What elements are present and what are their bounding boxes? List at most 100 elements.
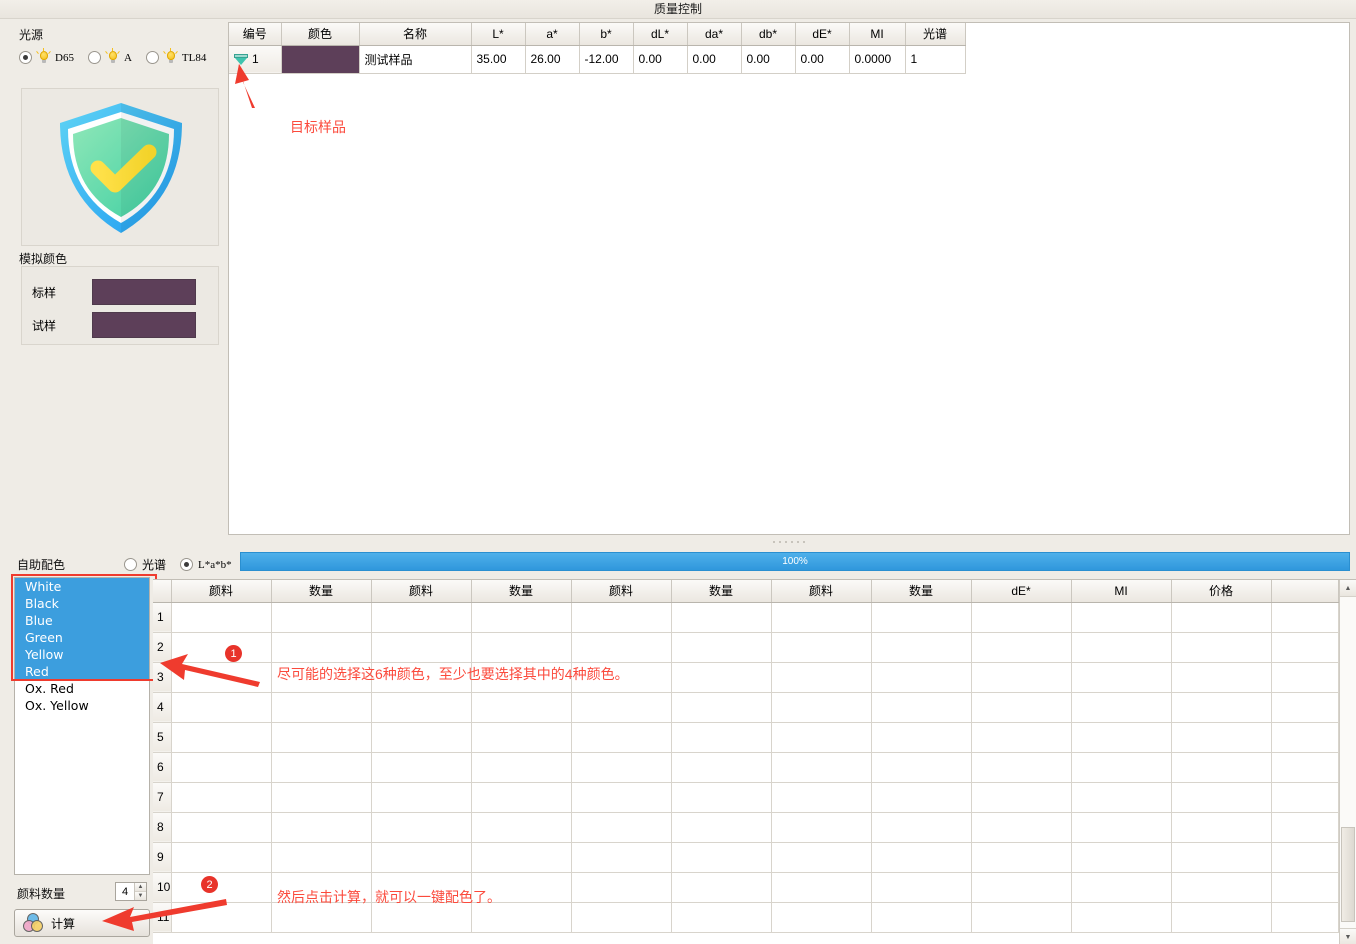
cell-empty[interactable] bbox=[171, 902, 271, 932]
cell-empty[interactable] bbox=[771, 602, 871, 632]
list-item[interactable]: Blue bbox=[15, 612, 149, 629]
cell-empty[interactable] bbox=[1071, 902, 1171, 932]
cell-empty[interactable] bbox=[371, 752, 471, 782]
cell-empty[interactable] bbox=[1071, 752, 1171, 782]
cell-empty[interactable] bbox=[871, 842, 971, 872]
cell-empty[interactable] bbox=[971, 812, 1071, 842]
radio-lab[interactable] bbox=[180, 558, 193, 571]
cell-id[interactable]: 1 bbox=[229, 45, 281, 73]
col-header-qty-3[interactable]: 数量 bbox=[671, 580, 771, 602]
col-header-name[interactable]: 名称 bbox=[359, 23, 471, 45]
cell-empty[interactable] bbox=[571, 752, 671, 782]
cell-spectrum[interactable]: 1 bbox=[905, 45, 965, 73]
cell-empty[interactable] bbox=[1171, 662, 1271, 692]
stepper-down-icon[interactable]: ▼ bbox=[135, 892, 146, 900]
cell-empty[interactable] bbox=[671, 722, 771, 752]
cell-empty[interactable] bbox=[871, 752, 971, 782]
table-row[interactable]: 6 bbox=[153, 752, 1338, 782]
cell-l[interactable]: 35.00 bbox=[471, 45, 525, 73]
col-header-qty-2[interactable]: 数量 bbox=[471, 580, 571, 602]
col-header-qty-4[interactable]: 数量 bbox=[871, 580, 971, 602]
col-header-de[interactable]: dE* bbox=[795, 23, 849, 45]
cell-empty[interactable] bbox=[871, 662, 971, 692]
row-number[interactable]: 9 bbox=[153, 842, 171, 872]
cell-empty[interactable] bbox=[871, 692, 971, 722]
col-header-color[interactable]: 颜色 bbox=[281, 23, 359, 45]
cell-empty[interactable] bbox=[271, 692, 371, 722]
cell-empty[interactable] bbox=[1171, 842, 1271, 872]
cell-empty[interactable] bbox=[671, 902, 771, 932]
cell-empty[interactable] bbox=[1271, 872, 1338, 902]
table-row[interactable]: 9 bbox=[153, 842, 1338, 872]
cell-empty[interactable] bbox=[471, 842, 571, 872]
cell-empty[interactable] bbox=[471, 602, 571, 632]
cell-empty[interactable] bbox=[771, 872, 871, 902]
cell-empty[interactable] bbox=[171, 782, 271, 812]
cell-empty[interactable] bbox=[1071, 602, 1171, 632]
stepper-up-icon[interactable]: ▲ bbox=[135, 883, 146, 892]
col-header-a[interactable]: a* bbox=[525, 23, 579, 45]
radio-a[interactable] bbox=[88, 51, 101, 64]
cell-name[interactable]: 测试样品 bbox=[359, 45, 471, 73]
cell-empty[interactable] bbox=[571, 692, 671, 722]
cell-empty[interactable] bbox=[271, 812, 371, 842]
cell-empty[interactable] bbox=[671, 602, 771, 632]
cell-empty[interactable] bbox=[371, 782, 471, 812]
cell-empty[interactable] bbox=[971, 632, 1071, 662]
cell-empty[interactable] bbox=[371, 632, 471, 662]
cell-empty[interactable] bbox=[571, 812, 671, 842]
radio-tl84[interactable] bbox=[146, 51, 159, 64]
stepper-buttons[interactable]: ▲ ▼ bbox=[134, 883, 146, 900]
list-item[interactable]: White bbox=[15, 578, 149, 595]
cell-empty[interactable] bbox=[171, 812, 271, 842]
cell-empty[interactable] bbox=[971, 692, 1071, 722]
cell-empty[interactable] bbox=[571, 632, 671, 662]
cell-empty[interactable] bbox=[471, 782, 571, 812]
cell-empty[interactable] bbox=[1271, 782, 1338, 812]
col-header-spectrum[interactable]: 光谱 bbox=[905, 23, 965, 45]
cell-empty[interactable] bbox=[1171, 812, 1271, 842]
table-row[interactable]: 8 bbox=[153, 812, 1338, 842]
row-number[interactable]: 8 bbox=[153, 812, 171, 842]
cell-empty[interactable] bbox=[171, 872, 271, 902]
cell-empty[interactable] bbox=[671, 632, 771, 662]
list-item[interactable]: Yellow bbox=[15, 646, 149, 663]
cell-empty[interactable] bbox=[771, 812, 871, 842]
cell-empty[interactable] bbox=[971, 662, 1071, 692]
row-number[interactable]: 4 bbox=[153, 692, 171, 722]
colorant-count-input[interactable] bbox=[116, 883, 134, 900]
cell-empty[interactable] bbox=[371, 692, 471, 722]
cell-empty[interactable] bbox=[1171, 872, 1271, 902]
row-number[interactable]: 5 bbox=[153, 722, 171, 752]
cell-empty[interactable] bbox=[1271, 902, 1338, 932]
cell-empty[interactable] bbox=[271, 722, 371, 752]
cell-empty[interactable] bbox=[271, 602, 371, 632]
row-number[interactable]: 1 bbox=[153, 602, 171, 632]
cell-empty[interactable] bbox=[1271, 812, 1338, 842]
cell-empty[interactable] bbox=[271, 752, 371, 782]
cell-empty[interactable] bbox=[1171, 902, 1271, 932]
light-source-radio-group[interactable]: D65 A TL84 bbox=[19, 50, 220, 65]
col-header-dl[interactable]: dL* bbox=[633, 23, 687, 45]
calculate-button[interactable]: 计算 bbox=[14, 909, 150, 937]
col-header-price[interactable]: 价格 bbox=[1171, 580, 1271, 602]
table-row[interactable]: 7 bbox=[153, 782, 1338, 812]
cell-empty[interactable] bbox=[1071, 842, 1171, 872]
col-header-l[interactable]: L* bbox=[471, 23, 525, 45]
cell-empty[interactable] bbox=[871, 872, 971, 902]
light-source-option-d65[interactable]: D65 bbox=[19, 50, 74, 65]
row-number[interactable]: 6 bbox=[153, 752, 171, 782]
table-row[interactable]: 1 bbox=[153, 602, 1338, 632]
col-header-db[interactable]: db* bbox=[741, 23, 795, 45]
cell-empty[interactable] bbox=[271, 632, 371, 662]
cell-empty[interactable] bbox=[871, 782, 971, 812]
horizontal-splitter[interactable] bbox=[228, 536, 1350, 548]
cell-empty[interactable] bbox=[771, 692, 871, 722]
col-header-colorant-4[interactable]: 颜料 bbox=[771, 580, 871, 602]
matching-mode-radio-group[interactable]: 光谱 L*a*b* bbox=[124, 556, 246, 573]
cell-empty[interactable] bbox=[871, 602, 971, 632]
cell-empty[interactable] bbox=[871, 812, 971, 842]
cell-empty[interactable] bbox=[771, 842, 871, 872]
col-header-id[interactable]: 编号 bbox=[229, 23, 281, 45]
cell-mi[interactable]: 0.0000 bbox=[849, 45, 905, 73]
